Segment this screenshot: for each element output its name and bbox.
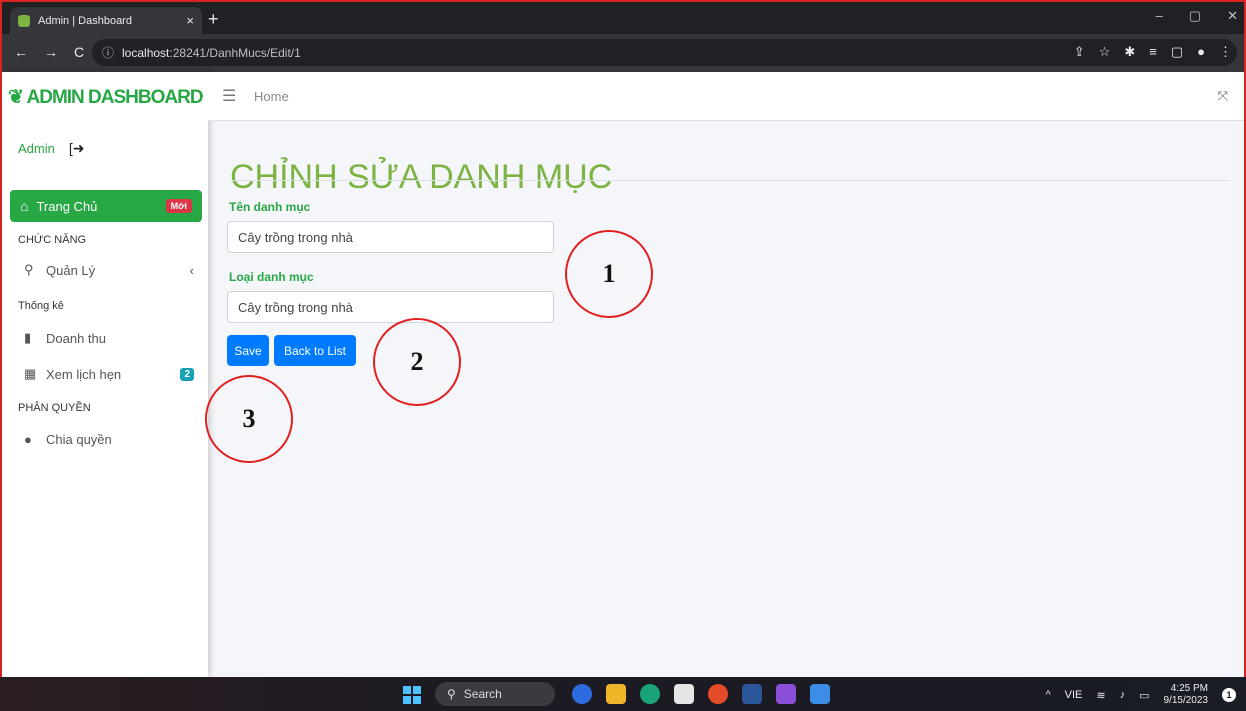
clock[interactable]: 4:25 PM 9/15/2023 <box>1164 683 1209 707</box>
start-tile <box>413 686 421 694</box>
leaf-icon: ❦ <box>8 87 24 108</box>
sidebar-item-label: Doanh thu <box>46 330 106 346</box>
title-divider <box>230 180 1230 181</box>
browser-tab-bar: Admin | Dashboard × + – ▢ ✕ <box>2 2 1244 34</box>
logout-icon[interactable]: [➜ <box>69 140 85 157</box>
extensions-icon[interactable]: ✱ <box>1124 44 1135 60</box>
chrome-browser-icon[interactable] <box>708 684 728 704</box>
count-badge: 2 <box>180 367 194 381</box>
forward-button[interactable]: → <box>44 44 58 60</box>
profile-avatar-icon[interactable]: ● <box>1197 44 1205 60</box>
category-name-input[interactable]: Cây trồng trong nhà <box>227 221 554 253</box>
close-tab-icon[interactable]: × <box>186 13 194 28</box>
visual-studio-icon[interactable] <box>776 684 796 704</box>
reading-list-icon[interactable]: ≡ <box>1149 44 1157 60</box>
language-indicator[interactable]: VIE <box>1065 689 1083 701</box>
system-tray: ^ VIE ≋ ♪ ▭ 4:25 PM 9/15/2023 1 <box>1045 683 1236 707</box>
window-controls: – ▢ ✕ <box>1156 8 1238 24</box>
bing-app-icon[interactable] <box>572 684 592 704</box>
user-name[interactable]: Admin <box>18 141 55 156</box>
url-bar[interactable]: ⓘ localhost :28241/DanhMucs/Edit/1 <box>92 39 1237 66</box>
windows-taskbar: ⚲ Search ^ VIE ≋ ♪ ▭ 4:25 PM 9/15/2023 1 <box>0 677 1246 711</box>
clock-time: 4:25 PM <box>1170 683 1208 694</box>
maximize-button[interactable]: ▢ <box>1189 8 1201 24</box>
wifi-icon[interactable]: ≋ <box>1096 689 1105 702</box>
minimize-button[interactable]: – <box>1156 8 1163 24</box>
url-host: localhost <box>122 45 170 60</box>
search-icon: ⚲ <box>447 687 456 701</box>
tab-title: Admin | Dashboard <box>38 14 132 27</box>
section-permissions: PHÂN QUYỀN <box>18 402 91 414</box>
back-button[interactable]: ← <box>14 44 28 60</box>
sidebar-item-manage[interactable]: ⚲ Quản Lý ‹ <box>24 262 194 278</box>
section-features: CHỨC NĂNG <box>18 234 87 246</box>
annotation-circle-3: 3 <box>205 375 293 463</box>
user-row: Admin [➜ <box>18 140 84 157</box>
chevron-left-icon: ‹ <box>189 262 194 278</box>
new-badge: Mới <box>165 199 192 213</box>
address-toolbar: ← → C ⓘ localhost :28241/DanhMucs/Edit/1… <box>2 34 1244 72</box>
notepad-icon[interactable] <box>810 684 830 704</box>
page-title: CHỈNH SỬA DANH MỤC <box>230 158 613 196</box>
info-icon[interactable]: ⓘ <box>102 44 114 61</box>
sidebar-item-label: Chia quyền <box>46 432 112 447</box>
word-app-icon[interactable] <box>742 684 762 704</box>
calendar-icon: ▦ <box>24 366 37 381</box>
sidebar-item-appointments[interactable]: ▦ Xem lịch hẹn 2 <box>24 366 194 382</box>
section-stats: Thống kê <box>18 300 64 312</box>
page-content: ❦ ADMIN DASHBOARD Admin [➜ ⌂ Trang Chủ M… <box>2 72 1244 677</box>
sidebar-item-label: Xem lịch hẹn <box>46 366 122 382</box>
url-path: :28241/DanhMucs/Edit/1 <box>169 45 301 60</box>
home-link[interactable]: Home <box>254 89 289 104</box>
volume-icon[interactable]: ♪ <box>1120 689 1126 701</box>
close-window-button[interactable]: ✕ <box>1227 8 1238 24</box>
notification-badge[interactable]: 1 <box>1222 688 1236 702</box>
sidebar-item-label: Trang Chủ <box>36 198 98 214</box>
browser-tools: ⇪ ☆ ✱ ≡ ▢ ● ⋮ <box>1074 44 1232 60</box>
store-app-icon[interactable] <box>674 684 694 704</box>
edge-browser-icon[interactable] <box>640 684 660 704</box>
start-button[interactable] <box>403 686 421 704</box>
start-tile <box>403 696 411 704</box>
favicon-icon <box>18 14 30 27</box>
sidebar-item-home[interactable]: ⌂ Trang Chủ Mới <box>10 190 202 222</box>
battery-icon[interactable]: ▭ <box>1139 689 1149 702</box>
annotation-circle-2: 2 <box>373 318 461 406</box>
sidebar: ❦ ADMIN DASHBOARD Admin [➜ ⌂ Trang Chủ M… <box>2 72 208 677</box>
sidebar-item-revenue[interactable]: ▮ Doanh thu <box>24 330 194 346</box>
more-menu-icon[interactable]: ⋮ <box>1219 44 1232 60</box>
sidebar-item-label: Quản Lý <box>46 262 96 278</box>
file-explorer-icon[interactable] <box>606 684 626 704</box>
field-label-type: Loại danh mục <box>229 270 314 284</box>
circle-icon: ● <box>24 432 32 447</box>
share-icon[interactable]: ⇪ <box>1074 44 1085 60</box>
start-tile <box>413 696 421 704</box>
back-to-list-button[interactable]: Back to List <box>274 335 356 366</box>
file-icon: ▮ <box>24 330 32 345</box>
save-button[interactable]: Save <box>227 335 269 366</box>
field-label-name: Tên danh mục <box>229 200 311 214</box>
browser-tab[interactable]: Admin | Dashboard × <box>10 7 202 34</box>
brand-text: ADMIN DASHBOARD <box>26 87 204 108</box>
category-type-input[interactable]: Cây trồng trong nhà <box>227 291 554 323</box>
hamburger-menu-icon[interactable]: ☰ <box>222 86 236 106</box>
chevron-up-icon[interactable]: ^ <box>1045 689 1050 701</box>
side-panel-icon[interactable]: ▢ <box>1171 44 1183 60</box>
new-tab-button[interactable]: + <box>208 9 219 30</box>
taskbar-apps <box>572 684 830 704</box>
nav-buttons: ← → C <box>14 44 84 60</box>
search-icon: ⚲ <box>24 262 34 277</box>
reload-button[interactable]: C <box>74 44 84 60</box>
brand-logo[interactable]: ❦ ADMIN DASHBOARD <box>8 86 204 109</box>
start-tile <box>403 686 411 694</box>
taskbar-search[interactable]: ⚲ Search <box>435 682 555 706</box>
fullscreen-icon[interactable]: ⤧ <box>1218 88 1228 104</box>
top-navbar: ☰ Home ⤧ <box>208 72 1244 121</box>
annotation-circle-1: 1 <box>565 230 653 318</box>
home-icon: ⌂ <box>20 198 29 214</box>
sidebar-item-permissions[interactable]: ● Chia quyền <box>24 432 194 447</box>
clock-date: 9/15/2023 <box>1163 695 1209 706</box>
bookmark-star-icon[interactable]: ☆ <box>1099 44 1111 60</box>
search-label: Search <box>463 687 502 701</box>
